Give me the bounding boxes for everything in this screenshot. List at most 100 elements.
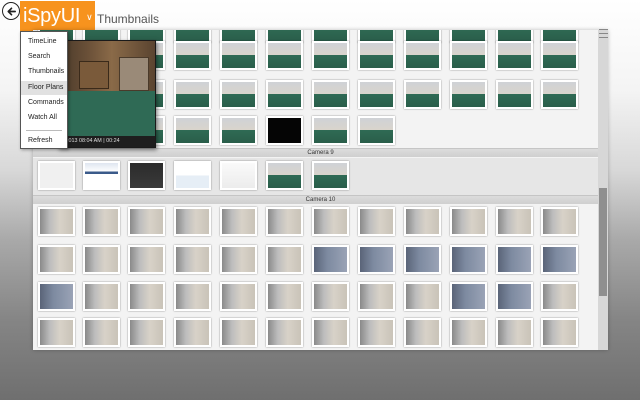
camera-thumbnail[interactable] [312,116,349,145]
camera-thumbnail[interactable] [496,41,533,70]
camera-10-thumbnail[interactable] [38,282,75,311]
camera-10-thumbnail[interactable] [312,207,349,236]
camera-9-thumbnail[interactable] [174,161,211,190]
thumbnail-image [406,247,439,272]
thumbnail-image [176,82,209,107]
camera-10-thumbnail[interactable] [220,282,257,311]
camera-10-thumbnail[interactable] [496,282,533,311]
camera-10-thumbnail[interactable] [220,318,257,347]
camera-thumbnail[interactable] [450,80,487,109]
thumbnail-image [498,43,531,68]
camera-thumbnail[interactable] [358,80,395,109]
camera-10-thumbnail[interactable] [404,282,441,311]
camera-10-thumbnail[interactable] [541,318,578,347]
camera-10-thumbnail[interactable] [174,207,211,236]
camera-thumbnail[interactable] [358,41,395,70]
camera-10-thumbnail[interactable] [83,207,120,236]
camera-10-thumbnail[interactable] [83,318,120,347]
camera-thumbnail[interactable] [174,41,211,70]
thumbnail-image [360,30,393,41]
vertical-scrollbar[interactable] [598,30,608,350]
camera-thumbnail[interactable] [541,41,578,70]
camera-9-thumbnail[interactable] [83,161,120,190]
menu-item-refresh[interactable]: Refresh [21,134,67,148]
menu-item-timeline[interactable]: TimeLine [21,35,67,49]
camera-10-thumbnail[interactable] [312,318,349,347]
preview-popup[interactable]: 0/2013 08:04 AM | 00:24 [58,40,156,148]
thumbnail-image [543,30,576,41]
camera-10-thumbnail[interactable] [266,245,303,274]
camera-thumbnail[interactable] [312,41,349,70]
back-button[interactable] [2,2,20,20]
menu-item-search[interactable]: Search [21,50,67,64]
camera-10-thumbnail[interactable] [450,245,487,274]
camera-10-thumbnail[interactable] [38,207,75,236]
camera-10-thumbnail[interactable] [128,282,165,311]
menu-item-commands[interactable]: Commands [21,96,67,110]
camera-10-thumbnail[interactable] [220,245,257,274]
camera-9-thumbnail[interactable] [266,161,303,190]
camera-10-thumbnail[interactable] [358,207,395,236]
camera-thumbnail[interactable] [266,41,303,70]
camera-10-thumbnail[interactable] [404,318,441,347]
options-grip-icon[interactable] [599,29,608,39]
camera-10-thumbnail[interactable] [496,207,533,236]
thumbnail-image [85,284,118,309]
camera-10-thumbnail[interactable] [174,282,211,311]
camera-thumbnail[interactable] [450,41,487,70]
camera-10-thumbnail[interactable] [266,282,303,311]
camera-10-thumbnail[interactable] [358,318,395,347]
camera-thumbnail[interactable] [496,80,533,109]
camera-thumbnail[interactable] [174,116,211,145]
camera-10-thumbnail[interactable] [404,207,441,236]
camera-10-thumbnail[interactable] [450,282,487,311]
camera-9-thumbnail[interactable] [38,161,75,190]
camera-thumbnail[interactable] [312,80,349,109]
camera-10-thumbnail[interactable] [358,245,395,274]
menu-item-floor-plans[interactable]: Floor Plans [21,81,67,95]
camera-10-thumbnail[interactable] [174,245,211,274]
camera-10-thumbnail[interactable] [312,245,349,274]
camera-10-thumbnail[interactable] [266,318,303,347]
camera-10-thumbnail[interactable] [83,282,120,311]
menu-item-watch-all[interactable]: Watch All [21,111,67,125]
camera-10-thumbnail[interactable] [83,245,120,274]
camera-thumbnail[interactable] [220,116,257,145]
camera-10-thumbnail[interactable] [496,245,533,274]
camera-10-thumbnail[interactable] [450,207,487,236]
camera-thumbnail[interactable] [174,80,211,109]
scrollbar-thumb[interactable] [599,188,607,296]
camera-9-thumbnail[interactable] [128,161,165,190]
camera-thumbnail[interactable] [541,80,578,109]
camera-9-thumbnail[interactable] [220,161,257,190]
camera-10-thumbnail[interactable] [38,245,75,274]
camera-10-thumbnail[interactable] [541,282,578,311]
camera-10-header: Camera 10 [33,195,608,204]
camera-10-thumbnail[interactable] [266,207,303,236]
camera-9-thumbnail[interactable] [312,161,349,190]
camera-thumbnail[interactable] [266,80,303,109]
camera-10-thumbnail[interactable] [128,207,165,236]
camera-thumbnail[interactable] [220,41,257,70]
camera-thumbnail[interactable] [220,80,257,109]
camera-10-thumbnail[interactable] [496,318,533,347]
navigation-menu: TimeLine Search Thumbnails Floor Plans C… [20,31,68,149]
camera-10-thumbnail[interactable] [38,318,75,347]
camera-thumbnail[interactable] [358,116,395,145]
thumbnail-image [314,320,347,345]
camera-10-thumbnail[interactable] [404,245,441,274]
camera-10-thumbnail[interactable] [128,318,165,347]
menu-item-thumbnails[interactable]: Thumbnails [21,65,67,79]
app-menu-button[interactable]: iSpyUI ∨ [20,1,95,31]
camera-10-thumbnail[interactable] [220,207,257,236]
camera-10-thumbnail[interactable] [312,282,349,311]
camera-thumbnail[interactable] [404,80,441,109]
camera-10-thumbnail[interactable] [174,318,211,347]
camera-thumbnail[interactable] [404,41,441,70]
camera-10-thumbnail[interactable] [541,207,578,236]
camera-10-thumbnail[interactable] [541,245,578,274]
camera-10-thumbnail[interactable] [450,318,487,347]
camera-10-thumbnail[interactable] [358,282,395,311]
camera-thumbnail[interactable] [266,116,303,145]
camera-10-thumbnail[interactable] [128,245,165,274]
